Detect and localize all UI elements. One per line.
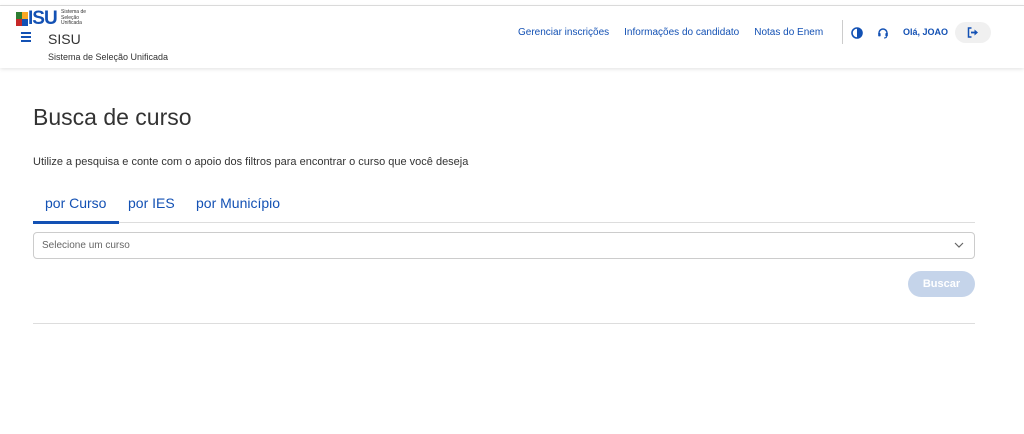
contrast-icon[interactable] [851, 26, 863, 39]
sisu-logo[interactable]: ISU Sistema de Seleção Unificada [16, 8, 90, 30]
section-divider [33, 323, 975, 324]
user-greeting[interactable]: Olá, JOAO [903, 27, 948, 37]
logo-subtitle: Sistema de Seleção Unificada [61, 9, 87, 26]
logout-button[interactable] [955, 22, 991, 43]
page-title: Busca de curso [33, 104, 192, 130]
tab-por-curso[interactable]: por Curso [32, 194, 121, 224]
headset-icon[interactable] [877, 26, 889, 39]
site-header: ISU Sistema de Seleção Unificada SISU Si… [0, 6, 1024, 68]
page-intro: Utilize a pesquisa e conte com o apoio d… [33, 156, 469, 168]
tab-por-ies[interactable]: por IES [128, 194, 175, 223]
header-nav: Gerenciar inscrições Informações do cand… [518, 27, 838, 38]
logo-text: ISU [28, 8, 58, 29]
search-tabs: por Curso por IES por Município [32, 194, 975, 224]
chevron-down-icon [954, 242, 964, 248]
header-divider [842, 20, 843, 44]
nav-link-informacoes-candidato[interactable]: Informações do candidato [624, 27, 739, 38]
course-select[interactable]: Selecione um curso [33, 232, 975, 259]
hamburger-menu-icon[interactable] [20, 31, 34, 43]
logo-mark [16, 12, 28, 26]
search-button[interactable]: Buscar [908, 271, 975, 297]
nav-link-gerenciar-inscricoes[interactable]: Gerenciar inscrições [518, 27, 609, 38]
nav-link-notas-enem[interactable]: Notas do Enem [754, 27, 823, 38]
course-select-placeholder: Selecione um curso [42, 240, 130, 251]
brand-subtitle: Sistema de Seleção Unificada [48, 52, 169, 62]
sign-out-icon [967, 27, 978, 38]
tab-por-municipio[interactable]: por Município [196, 194, 280, 223]
brand-name: SISU [48, 31, 81, 47]
